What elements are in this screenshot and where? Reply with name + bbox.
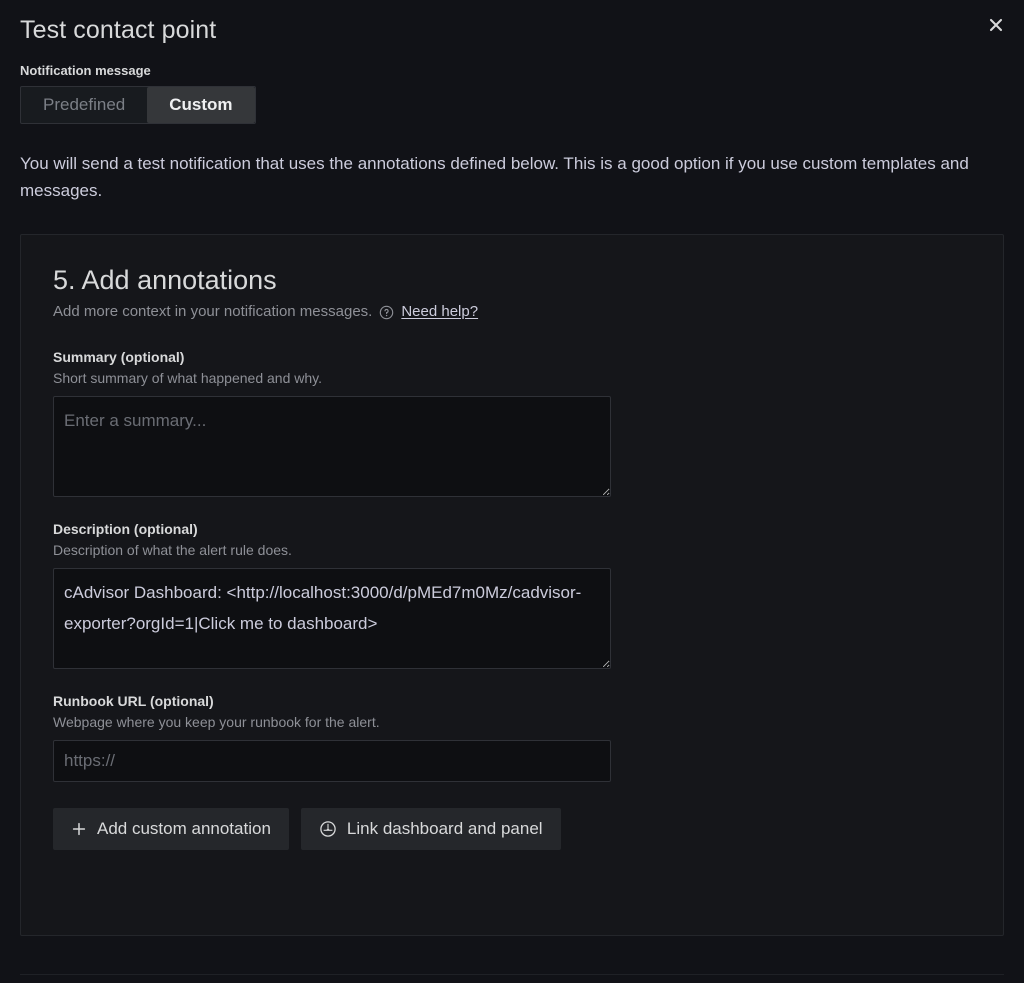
add-annotations-panel: 5. Add annotations Add more context in y… [20,234,1004,936]
summary-input[interactable] [53,396,611,497]
description-label: Description (optional) [53,521,198,537]
modal-header: Test contact point [0,0,1024,62]
summary-sublabel: Short summary of what happened and why. [53,370,323,386]
step-description: Add more context in your notification me… [53,303,373,320]
page-title: Test contact point [20,16,217,44]
description-sublabel: Description of what the alert rule does. [53,542,292,558]
intro-text: You will send a test notification that u… [20,154,969,200]
plus-icon [71,821,87,837]
runbook-url-field: Runbook URL (optional) Webpage where you… [53,691,971,782]
description-field: Description (optional) Description of wh… [53,519,971,669]
step-title: 5. Add annotations [53,265,277,295]
radio-option-custom[interactable]: Custom [147,87,255,123]
runbook-url-input[interactable] [53,740,611,782]
apps-dashboard-icon [319,820,337,838]
question-circle-icon [379,305,394,320]
runbook-url-sublabel: Webpage where you keep your runbook for … [53,714,380,730]
summary-label: Summary (optional) [53,349,185,365]
summary-field: Summary (optional) Short summary of what… [53,347,971,497]
annotation-actions: Add custom annotation Link dashboard and… [53,808,971,850]
description-input[interactable] [53,568,611,669]
link-dashboard-and-panel-button[interactable]: Link dashboard and panel [300,808,561,850]
radio-option-predefined[interactable]: Predefined [21,87,147,123]
notification-message-field: Notification message Predefined Custom [20,62,1004,124]
need-help-link[interactable]: Need help? [401,301,478,323]
link-dashboard-and-panel-label: Link dashboard and panel [346,819,543,838]
runbook-url-label: Runbook URL (optional) [53,693,214,709]
close-button[interactable] [980,9,1012,41]
add-custom-annotation-label: Add custom annotation [97,819,271,838]
step-description-row: Add more context in your notification me… [53,301,971,323]
test-contact-point-modal: Test contact point Notification message … [0,0,1024,983]
notification-message-radio-group[interactable]: Predefined Custom [20,86,256,124]
modal-body: Notification message Predefined Custom Y… [0,62,1024,936]
footer-divider [20,974,1004,975]
add-custom-annotation-button[interactable]: Add custom annotation [53,808,289,850]
close-icon [986,15,1006,35]
notification-message-label: Notification message [20,63,151,78]
